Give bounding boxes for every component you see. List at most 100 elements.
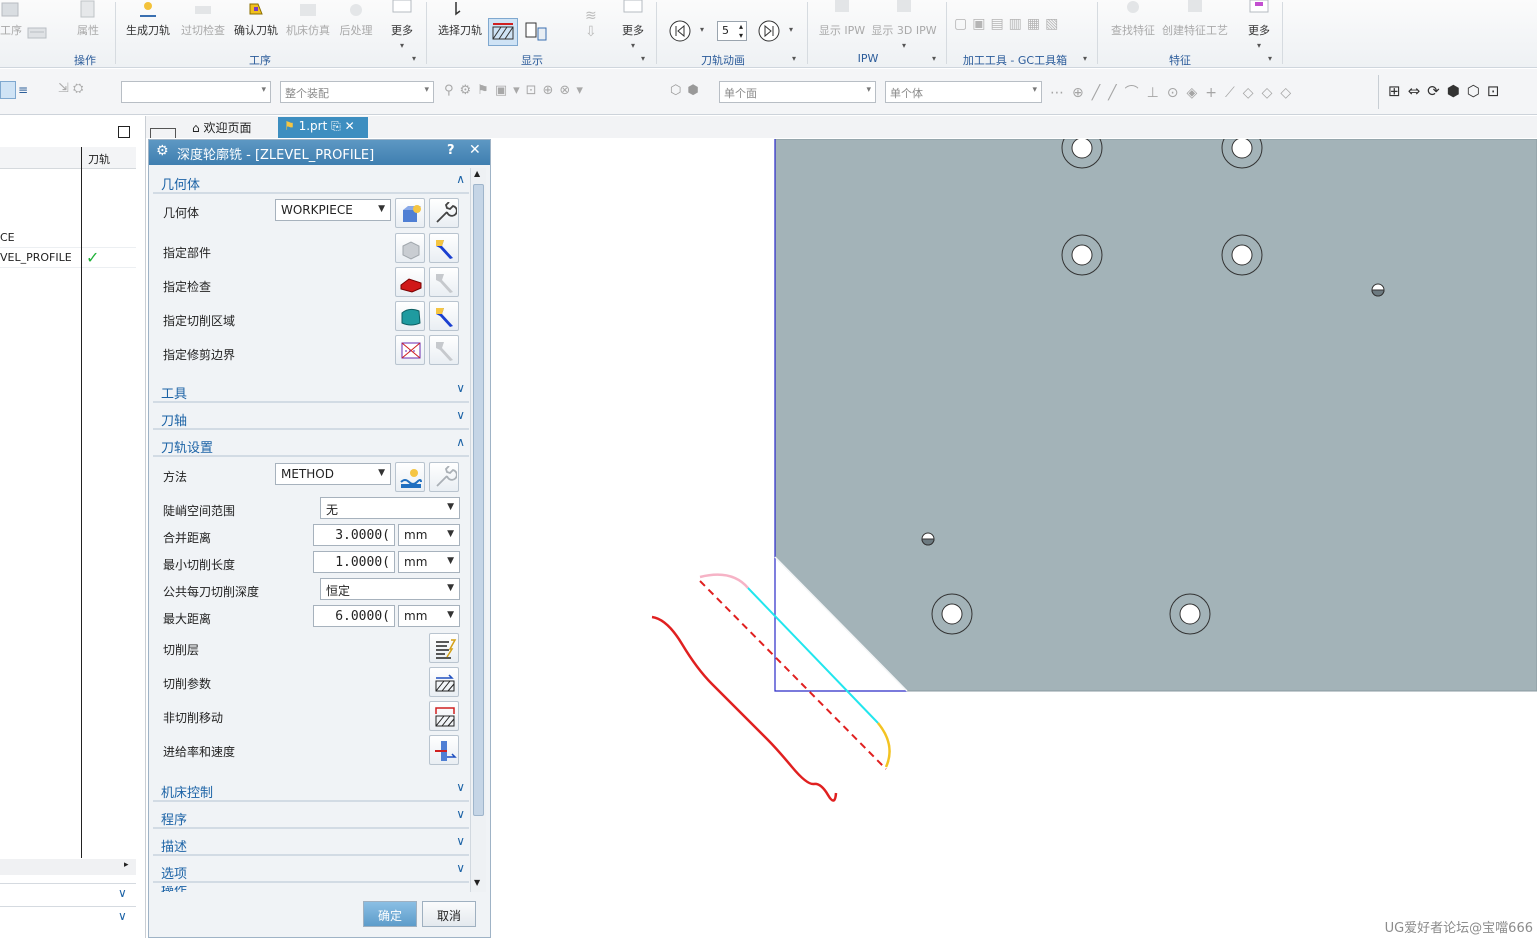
gc-toolbox-icons[interactable]: ▢▣▤▥▦▧: [954, 16, 1094, 36]
machine-simulation-button[interactable]: 机床仿真: [284, 0, 332, 52]
show-trim-boundary-button[interactable]: [429, 335, 459, 365]
specify-trim-boundary-button[interactable]: [395, 335, 425, 365]
edit-geometry-button[interactable]: [429, 198, 459, 228]
details-panel-header[interactable]: ∨: [0, 883, 136, 905]
rewind-dropdown-icon[interactable]: ▾: [700, 25, 704, 34]
max-distance-unit[interactable]: mm ▼: [398, 605, 460, 627]
post-process-button[interactable]: 后处理: [336, 0, 376, 52]
dialog-titlebar[interactable]: ⚙ 深度轮廓铣 - [ZLEVEL_PROFILE] ? ✕: [149, 140, 490, 165]
cube-select-icons[interactable]: ⬡⬢: [670, 83, 714, 99]
non-cut-moves-button[interactable]: [429, 701, 459, 731]
view-tools-icons[interactable]: ⊞⇔⟳⬢⬡⊡: [1388, 82, 1533, 102]
help-button[interactable]: ?: [447, 143, 455, 158]
new-geometry-button[interactable]: [395, 198, 425, 228]
more-button-2[interactable]: 更多 ▾: [614, 0, 652, 52]
close-button[interactable]: ✕: [469, 142, 481, 158]
generate-toolpath-button[interactable]: 生成刀轨: [122, 0, 174, 52]
forward-dropdown-icon[interactable]: ▾: [789, 25, 793, 34]
rewind-icon[interactable]: [668, 19, 692, 43]
dialog-scrollbar[interactable]: ▲ ▼: [470, 168, 486, 892]
display-options-icon[interactable]: [524, 20, 548, 44]
new-method-button[interactable]: [395, 462, 425, 492]
cut-params-button[interactable]: [429, 667, 459, 697]
overcut-check-button[interactable]: 过切检查: [178, 0, 228, 52]
tab-file[interactable]: ⚑ 1.prt ⎘ ✕: [278, 117, 368, 138]
toolpath-display-button[interactable]: [488, 18, 518, 46]
section-options[interactable]: 选项 ∨: [153, 859, 469, 883]
group-gc-dropdown-icon[interactable]: ▾: [1083, 54, 1087, 63]
max-distance-input[interactable]: 6.0000(: [313, 605, 395, 627]
forward-icon[interactable]: [757, 19, 781, 43]
specify-check-button[interactable]: [395, 267, 425, 297]
group-procedure-dropdown-icon[interactable]: ▾: [412, 54, 416, 63]
edit-method-button[interactable]: [429, 462, 459, 492]
body-rule-combo[interactable]: 单个体 ▾: [885, 81, 1042, 103]
find-feature-button[interactable]: 查找特征: [1107, 0, 1159, 52]
type-filter-combo[interactable]: ▾: [121, 81, 271, 103]
process-button[interactable]: 工序: [0, 0, 22, 52]
select-toolpath-button[interactable]: 选择刀轨: [436, 0, 484, 52]
machine-icon[interactable]: [26, 22, 50, 42]
group-animation-dropdown-icon[interactable]: ▾: [792, 54, 796, 63]
show-ipw-button[interactable]: 显示 IPW: [815, 0, 869, 52]
graphics-viewport[interactable]: UG爱好者论坛@宝噹666: [492, 127, 1537, 938]
animation-speed-spinner[interactable]: 5 ▴ ▾: [717, 21, 747, 41]
nav-view-icon[interactable]: [0, 81, 16, 99]
close-tab-icon[interactable]: ✕: [345, 119, 355, 133]
merge-distance-unit[interactable]: mm ▼: [398, 524, 460, 546]
show-cut-area-button[interactable]: [429, 301, 459, 331]
merge-distance-input[interactable]: 3.0000(: [313, 524, 395, 546]
properties-button[interactable]: 属性: [66, 0, 110, 52]
chevron-down-icon[interactable]: ∨: [118, 886, 127, 900]
section-partial[interactable]: 操作: [161, 886, 461, 892]
nav-sort-icon[interactable]: ≡: [18, 83, 34, 97]
cancel-button[interactable]: 取消: [422, 901, 476, 927]
chevron-down-icon[interactable]: ∨: [118, 909, 127, 923]
horizontal-scrollbar[interactable]: ▸: [0, 859, 136, 875]
maximize-icon[interactable]: [118, 126, 130, 138]
dependencies-panel-header[interactable]: ∨: [0, 906, 136, 928]
filter-tools-icon[interactable]: ⇲ ⛭: [58, 81, 102, 99]
section-tool-axis[interactable]: 刀轴 ∨: [153, 406, 469, 430]
section-path-settings[interactable]: 刀轨设置 ∧: [153, 433, 469, 457]
cut-levels-button[interactable]: [429, 633, 459, 663]
ok-button[interactable]: 确定: [363, 901, 417, 927]
section-program[interactable]: 程序 ∨: [153, 805, 469, 829]
method-select[interactable]: METHOD ▼: [275, 463, 391, 485]
steep-range-select[interactable]: 无 ▼: [320, 497, 460, 519]
model-canvas[interactable]: [492, 127, 1537, 938]
tab-welcome[interactable]: ⌂ 欢迎页面: [186, 117, 278, 138]
more-button-1[interactable]: 更多 ▾: [384, 0, 420, 52]
geometry-select[interactable]: WORKPIECE ▼: [275, 199, 391, 221]
min-cut-length-unit[interactable]: mm ▼: [398, 551, 460, 573]
min-cut-length-input[interactable]: 1.0000(: [313, 551, 395, 573]
assembly-filter-combo[interactable]: 整个装配 ▾: [280, 81, 434, 103]
specify-part-button[interactable]: [395, 233, 425, 263]
selection-tools-icons[interactable]: ⚲⚙⚑▣▾⊡⊕⊗▾: [444, 83, 664, 99]
confirm-toolpath-button[interactable]: 确认刀轨: [231, 0, 281, 52]
layer-arrow-icon[interactable]: ≋ ⇩: [585, 8, 599, 44]
feeds-speeds-button[interactable]: [429, 735, 459, 765]
section-description[interactable]: 描述 ∨: [153, 832, 469, 856]
show-part-button[interactable]: [429, 233, 459, 263]
navigator-row[interactable]: VEL_PROFILE ✓: [0, 248, 136, 268]
scroll-down-icon[interactable]: ▼: [474, 878, 480, 887]
depth-per-cut-select[interactable]: 恒定 ▼: [320, 578, 460, 600]
group-features-dropdown-icon[interactable]: ▾: [1268, 54, 1272, 63]
navigator-row[interactable]: CE: [0, 228, 136, 248]
group-ipw-dropdown-icon[interactable]: ▾: [932, 54, 936, 63]
scroll-thumb[interactable]: [473, 184, 484, 816]
snap-point-icons[interactable]: ⋯⊕╱╱⌒⊥⊙◈+⟋◇◇◇: [1050, 82, 1370, 101]
column-toolpath[interactable]: 刀轨: [88, 151, 110, 167]
section-tool[interactable]: 工具 ∨: [153, 379, 469, 403]
show-check-button[interactable]: [429, 267, 459, 297]
scroll-right-icon[interactable]: ▸: [124, 860, 129, 870]
section-machine-control[interactable]: 机床控制 ∨: [153, 778, 469, 802]
section-geometry[interactable]: 几何体 ∧: [153, 170, 469, 194]
group-display-dropdown-icon[interactable]: ▾: [641, 54, 645, 63]
scroll-up-icon[interactable]: ▲: [474, 169, 480, 178]
more-button-3[interactable]: 更多 ▾: [1240, 0, 1278, 52]
create-feature-process-button[interactable]: 创建特征工艺: [1160, 0, 1230, 52]
show-3d-ipw-button[interactable]: 显示 3D IPW ▾: [870, 0, 938, 52]
tab-list-icon[interactable]: [150, 128, 176, 138]
